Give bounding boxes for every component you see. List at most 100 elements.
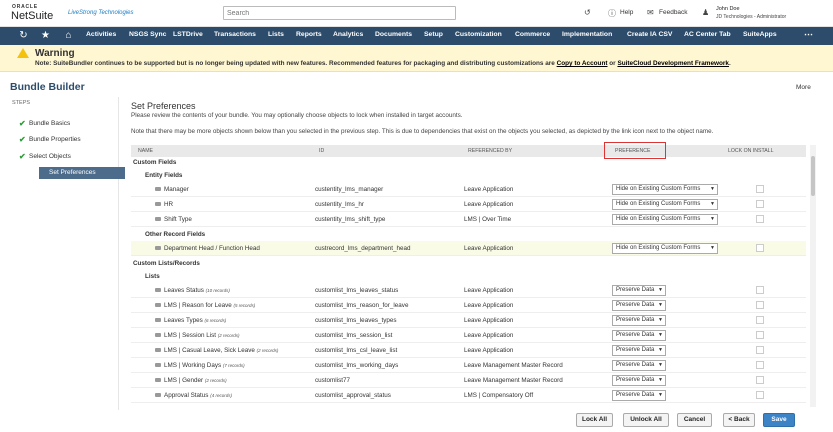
row-referenced-by: Leave Application [464, 317, 514, 324]
row-name-text: Leaves Types [164, 317, 203, 324]
preference-select[interactable]: Preserve Data ▼ [612, 285, 666, 296]
preference-select[interactable]: Preserve Data ▼ [612, 390, 666, 401]
preference-select[interactable]: Preserve Data ▼ [612, 375, 666, 386]
help-icon[interactable]: ⓘ [608, 8, 616, 19]
table-row: Department Head / Function Head custreco… [131, 241, 806, 256]
select-value: Preserve Data [616, 317, 655, 323]
folder-icon [155, 246, 161, 250]
col-referenced-by: REFERENCED BY [468, 148, 513, 154]
preference-select[interactable]: Preserve Data ▼ [612, 345, 666, 356]
row-name: LMS | Reason for Leave (5 records) [155, 302, 255, 309]
recent-records-icon[interactable]: ↺ [584, 8, 591, 17]
nav-documents[interactable]: Documents [375, 31, 412, 38]
lock-checkbox[interactable] [756, 331, 764, 339]
feedback-link[interactable]: Feedback [659, 9, 688, 16]
folder-icon [155, 333, 161, 337]
netsuite-logo[interactable]: NetSuite [11, 10, 53, 22]
back-button[interactable]: < Back [723, 413, 755, 427]
step-bundle-basics[interactable]: ✔ Bundle Basics [19, 118, 125, 130]
chevron-down-icon: ▼ [658, 287, 663, 293]
feedback-icon[interactable]: ✉ [647, 8, 654, 17]
chevron-down-icon: ▼ [658, 302, 663, 308]
nav-implementation[interactable]: Implementation [562, 31, 612, 38]
top-bar: ORACLE NetSuite LiveStrong Technologies … [0, 0, 833, 27]
row-id: customlist_lms_leaves_types [315, 317, 397, 324]
preference-select[interactable]: Preserve Data ▼ [612, 300, 666, 311]
section-entity-fields: Entity Fields [145, 172, 183, 179]
save-button[interactable]: Save [763, 413, 795, 427]
lock-checkbox[interactable] [756, 215, 764, 223]
chevron-down-icon: ▼ [710, 216, 715, 222]
nav-ac-center-tab[interactable]: AC Center Tab [684, 31, 731, 38]
global-search-input[interactable] [223, 6, 456, 20]
section-custom-lists: Custom Lists/Records [133, 260, 200, 267]
row-name-text: Department Head / Function Head [164, 245, 260, 252]
lock-checkbox[interactable] [756, 316, 764, 324]
nav-customization[interactable]: Customization [455, 31, 502, 38]
sdf-link[interactable]: SuiteCloud Development Framework [617, 60, 729, 67]
lock-checkbox[interactable] [756, 301, 764, 309]
step-label: Select Objects [29, 153, 71, 160]
lock-checkbox[interactable] [756, 391, 764, 399]
nav-suiteapps[interactable]: SuiteApps [743, 31, 777, 38]
home-icon[interactable]: ⌂ [61, 29, 76, 43]
nav-nsgs-sync[interactable]: NSGS Sync [129, 31, 166, 38]
row-name-text: Shift Type [164, 216, 192, 223]
lock-checkbox[interactable] [756, 244, 764, 252]
step-bundle-properties[interactable]: ✔ Bundle Properties [19, 134, 125, 146]
preference-select[interactable]: Hide on Existing Custom Forms ▼ [612, 243, 718, 254]
unlock-all-button[interactable]: Unlock All [623, 413, 669, 427]
step-set-preferences[interactable]: Set Preferences [39, 167, 125, 179]
row-name-text: LMS | Gender [164, 377, 204, 384]
lock-checkbox[interactable] [756, 185, 764, 193]
help-link[interactable]: Help [620, 9, 633, 16]
nav-activities[interactable]: Activities [86, 31, 116, 38]
preference-select[interactable]: Hide on Existing Custom Forms ▼ [612, 184, 718, 195]
preference-select[interactable]: Preserve Data ▼ [612, 330, 666, 341]
row-name: LMS | Working Days (7 records) [155, 362, 245, 369]
nav-lists[interactable]: Lists [268, 31, 284, 38]
steps-label: STEPS [12, 100, 31, 106]
footer-actions: Lock All Unlock All Cancel < Back Save [0, 410, 833, 432]
recent-icon[interactable]: ↻ [16, 29, 31, 43]
row-id: custentity_lms_manager [315, 186, 384, 193]
step-select-objects[interactable]: ✔ Select Objects [19, 151, 125, 163]
preference-select[interactable]: Hide on Existing Custom Forms ▼ [612, 199, 718, 210]
lock-checkbox[interactable] [756, 346, 764, 354]
nav-create-ia-csv[interactable]: Create IA CSV [627, 31, 672, 38]
preference-select[interactable]: Hide on Existing Custom Forms ▼ [612, 214, 718, 225]
row-id: customlist_lms_session_list [315, 332, 393, 339]
lock-checkbox[interactable] [756, 200, 764, 208]
warning-text: Note: SuiteBundler continues to be suppo… [35, 60, 557, 67]
nav-reports[interactable]: Reports [296, 31, 322, 38]
user-name[interactable]: John Doe [716, 6, 740, 12]
row-id: custentity_lms_hr [315, 201, 364, 208]
col-id: ID [319, 148, 325, 154]
preference-select[interactable]: Preserve Data ▼ [612, 360, 666, 371]
record-count: (2 records) [204, 378, 227, 383]
lock-all-button[interactable]: Lock All [576, 413, 613, 427]
table-row: HR custentity_lms_hr Leave Application H… [131, 197, 806, 212]
lock-checkbox[interactable] [756, 376, 764, 384]
lock-checkbox[interactable] [756, 286, 764, 294]
nav-setup[interactable]: Setup [424, 31, 443, 38]
lock-checkbox[interactable] [756, 361, 764, 369]
star-icon[interactable]: ★ [38, 29, 53, 43]
warning-text-end: . [728, 60, 731, 67]
nav-analytics[interactable]: Analytics [333, 31, 363, 38]
cancel-button[interactable]: Cancel [677, 413, 712, 427]
row-name-text: Manager [164, 186, 189, 193]
nav-more-icon[interactable]: ⋯ [804, 29, 813, 40]
row-referenced-by: Leave Application [464, 201, 514, 208]
col-name: NAME [138, 148, 153, 154]
more-link[interactable]: More [796, 84, 811, 91]
copy-to-account-link[interactable]: Copy to Account [557, 60, 608, 67]
row-referenced-by: Leave Application [464, 245, 514, 252]
nav-transactions[interactable]: Transactions [214, 31, 256, 38]
nav-lstdrive[interactable]: LSTDrive [173, 31, 203, 38]
user-role[interactable]: JD Technologies - Administrator [716, 14, 786, 20]
scrollbar-thumb[interactable] [811, 156, 815, 196]
preference-select[interactable]: Preserve Data ▼ [612, 315, 666, 326]
nav-commerce[interactable]: Commerce [515, 31, 550, 38]
user-icon[interactable]: ♟ [702, 8, 709, 17]
